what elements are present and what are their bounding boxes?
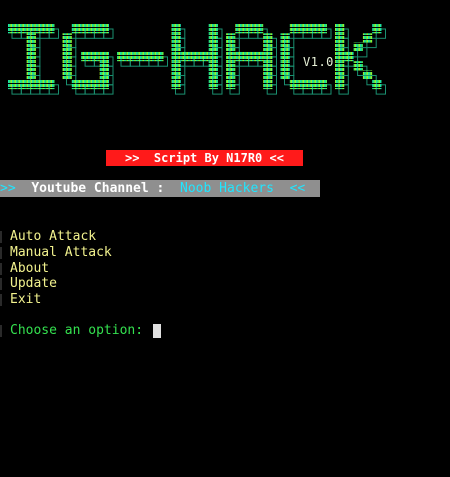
youtube-channel-bar: >> Youtube Channel : Noob Hackers << (0, 180, 320, 197)
channel-name: Noob Hackers (180, 181, 274, 196)
ig-hack-banner (8, 24, 387, 95)
menu-item-auto-attack[interactable]: Auto Attack (0, 229, 112, 245)
channel-label: Youtube Channel : (31, 181, 181, 196)
menu-item-about[interactable]: About (0, 261, 112, 277)
option-prompt: Choose an option: (0, 323, 151, 338)
terminal-cursor[interactable] (153, 324, 161, 338)
script-credit-bar: >> Script By N17R0 << (106, 150, 303, 166)
menu-item-update[interactable]: Update (0, 276, 112, 292)
menu-item-exit[interactable]: Exit (0, 292, 112, 308)
menu-item-manual-attack[interactable]: Manual Attack (0, 245, 112, 261)
main-menu: Auto Attack Manual Attack About Update E… (0, 229, 112, 308)
channel-close-arrows: << (273, 181, 306, 196)
version-label: V1.0 (303, 55, 334, 69)
channel-open-arrows: >> (0, 181, 32, 196)
